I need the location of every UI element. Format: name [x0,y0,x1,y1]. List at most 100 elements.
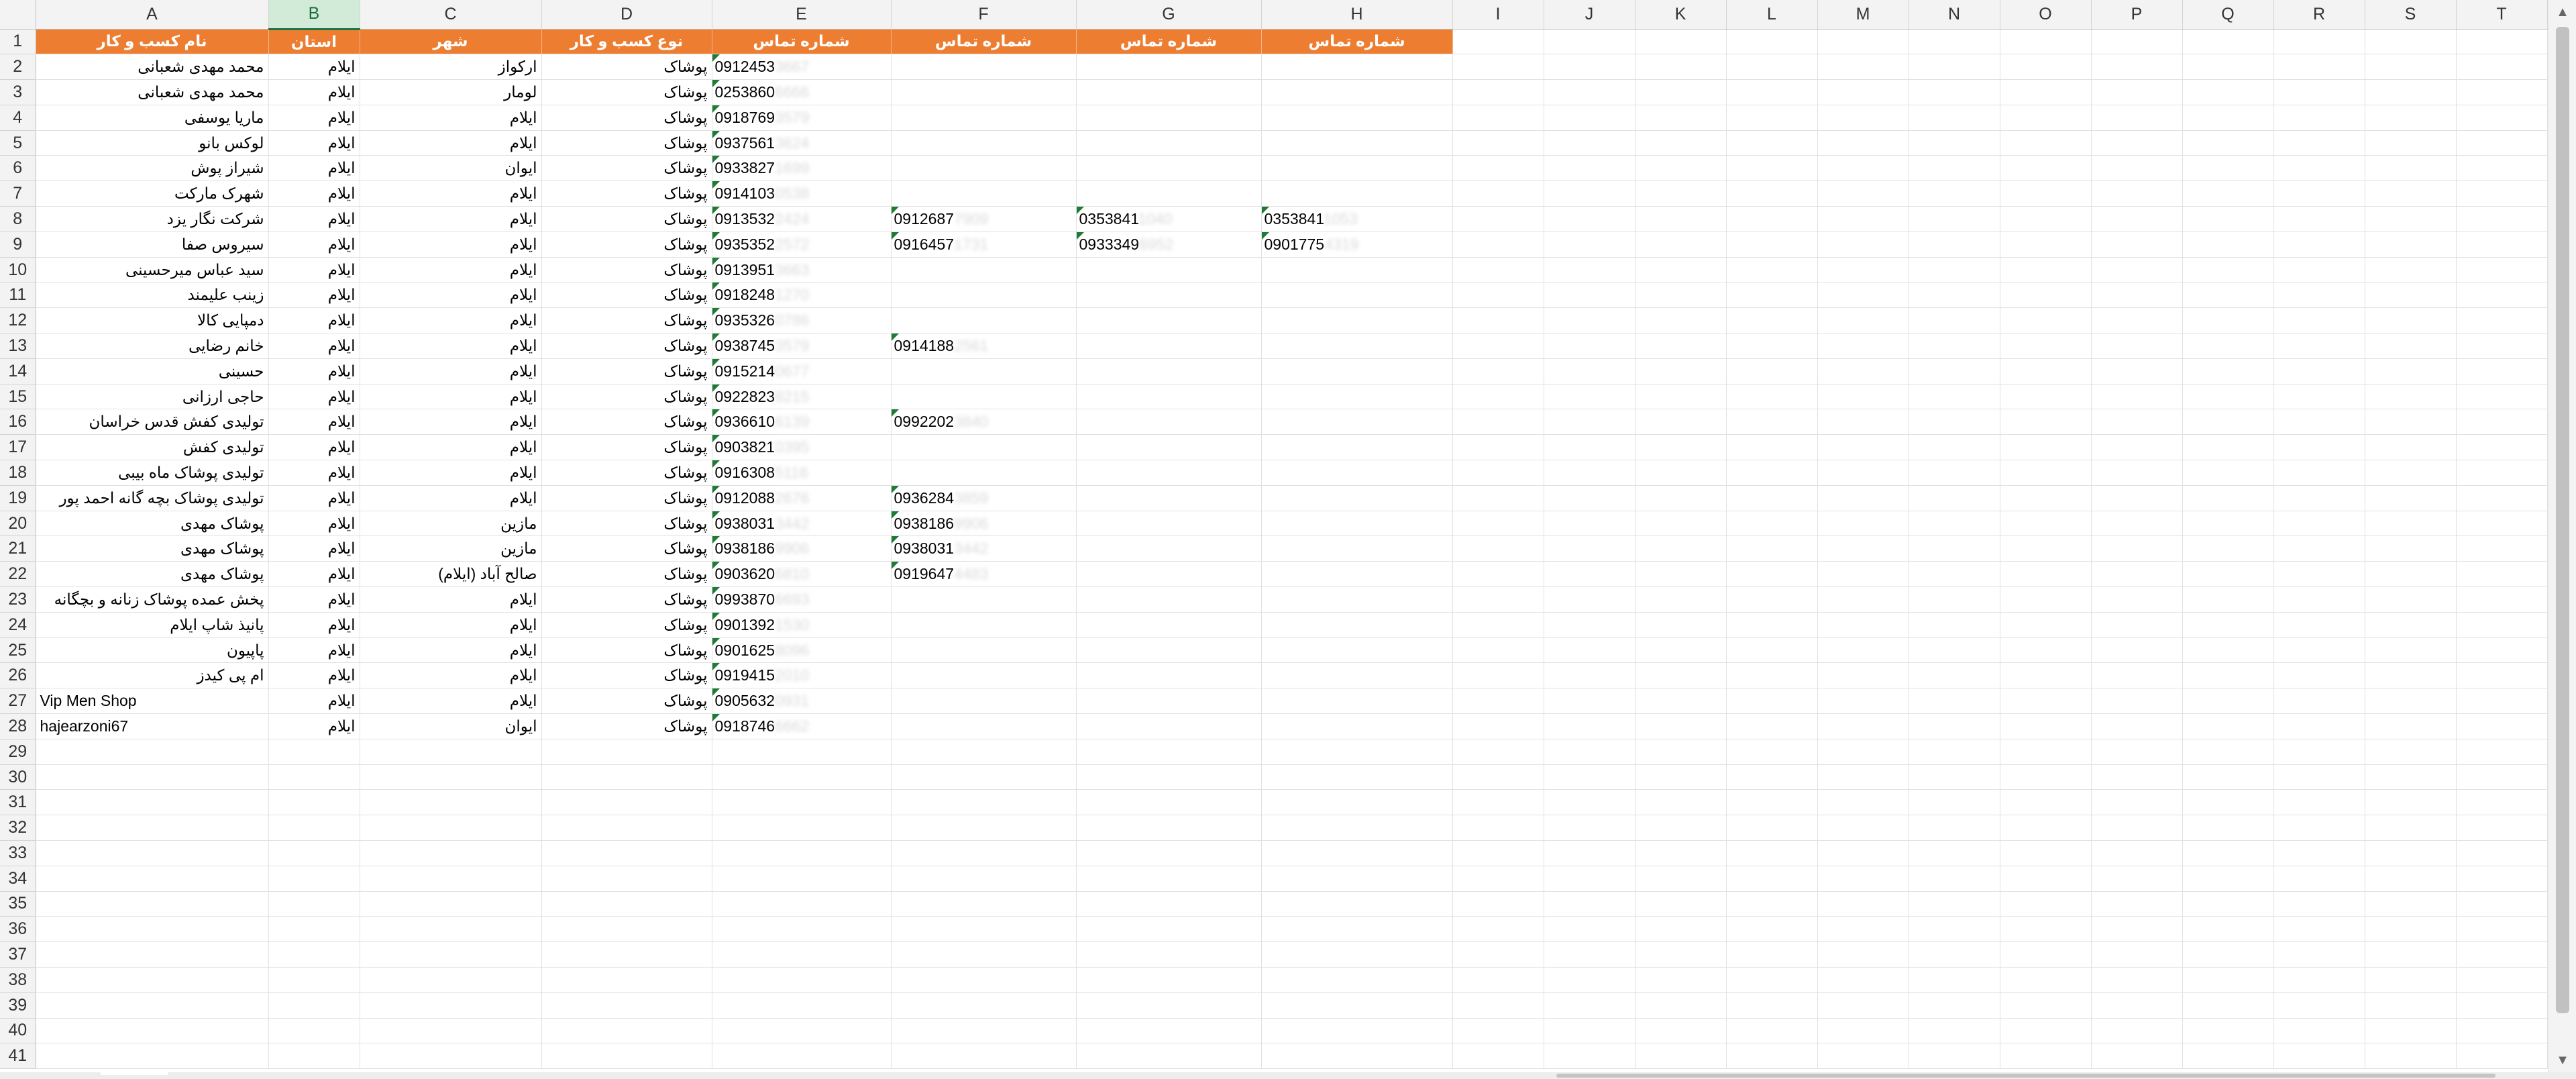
empty-cell[interactable] [1909,105,2000,131]
empty-cell[interactable] [712,941,892,968]
empty-cell[interactable] [2365,358,2457,384]
cell-h[interactable] [1261,257,1453,283]
empty-cell[interactable] [2456,485,2548,511]
empty-cell[interactable] [1544,764,1635,790]
cell-a[interactable]: حاجی ارزانی [36,384,269,410]
empty-cell[interactable] [2273,460,2365,486]
cell-h[interactable] [1261,358,1453,384]
cell-h[interactable] [1261,105,1453,131]
empty-cell[interactable] [1817,511,1909,537]
empty-cell[interactable] [2091,967,2183,993]
empty-cell[interactable] [1635,1018,1727,1044]
row-header[interactable]: 15 [0,384,36,410]
empty-cell[interactable] [541,789,712,816]
empty-cell[interactable] [2091,511,2183,537]
cell-f[interactable] [891,713,1077,739]
empty-cell[interactable] [2000,105,2092,131]
cell-h[interactable] [1261,409,1453,435]
cell-h[interactable] [1261,384,1453,410]
cell-g[interactable] [1076,485,1262,511]
cell-e[interactable]: 09038210395 [712,434,892,461]
empty-cell[interactable] [1452,511,1544,537]
cell-f[interactable]: 09126877909 [891,206,1077,232]
empty-cell[interactable] [2000,181,2092,207]
row-header[interactable]: 3 [0,79,36,105]
empty-cell[interactable] [1726,155,1818,182]
empty-cell[interactable] [2365,1018,2457,1044]
cell-a[interactable]: پوشاک مهدی [36,535,269,562]
empty-cell[interactable] [1909,232,2000,258]
empty-cell[interactable] [1635,612,1727,638]
cell-e[interactable]: 09353260786 [712,307,892,334]
empty-cell[interactable] [1726,257,1818,283]
vertical-scroll-thumb[interactable] [2556,27,2569,1013]
empty-cell[interactable] [1635,105,1727,131]
column-header-f[interactable]: F [891,0,1077,30]
cell-f[interactable] [891,637,1077,664]
empty-cell[interactable] [2091,815,2183,841]
cell-d[interactable]: پوشاک [541,358,712,384]
empty-cell[interactable] [2456,815,2548,841]
empty-cell[interactable] [2000,815,2092,841]
cell-e[interactable]: 09187693579 [712,105,892,131]
empty-cell[interactable] [541,967,712,993]
cell-h[interactable] [1261,637,1453,664]
empty-cell[interactable] [36,916,269,943]
empty-cell[interactable] [1817,764,1909,790]
cell-g[interactable] [1076,358,1262,384]
empty-cell[interactable] [1817,866,1909,892]
empty-cell[interactable] [1076,789,1262,816]
empty-cell[interactable] [1452,384,1544,410]
empty-cell[interactable] [1635,891,1727,917]
empty-cell[interactable] [2182,586,2274,613]
empty-cell[interactable] [1817,434,1909,461]
empty-cell[interactable] [2456,891,2548,917]
cell-g[interactable] [1076,333,1262,359]
cell-f[interactable]: 09141882561 [891,333,1077,359]
spreadsheet-grid[interactable]: ABCDEFGHIJKLMNOPQRST 1 نام کسب و کار استان… [0,0,2549,1072]
row-header[interactable]: 30 [0,764,36,790]
empty-cell[interactable] [1635,409,1727,435]
empty-cell[interactable] [36,941,269,968]
empty-cell[interactable] [1726,181,1818,207]
cell-b[interactable]: ایلام [268,130,360,156]
empty-cell[interactable] [360,739,542,765]
empty-cell[interactable] [2456,460,2548,486]
empty-cell[interactable] [2182,764,2274,790]
empty-cell[interactable] [1817,535,1909,562]
empty-cell[interactable] [1452,1043,1544,1070]
empty-cell[interactable] [1817,739,1909,765]
cell-b[interactable]: ایلام [268,637,360,664]
empty-cell[interactable] [1452,866,1544,892]
empty-cell[interactable] [1726,967,1818,993]
empty-cell[interactable] [2456,866,2548,892]
cell-c[interactable]: ایلام [360,384,542,410]
empty-cell[interactable] [2091,1043,2183,1070]
cell-c[interactable]: ایلام [360,612,542,638]
column-header-c[interactable]: C [360,0,542,30]
empty-cell[interactable] [1544,333,1635,359]
empty-cell[interactable] [2273,789,2365,816]
column-header-p[interactable]: P [2091,0,2183,30]
cell-e[interactable]: 09375613624 [712,130,892,156]
cell-f[interactable] [891,79,1077,105]
cell-b[interactable]: ایلام [268,460,360,486]
empty-cell[interactable] [1544,79,1635,105]
empty-cell[interactable] [541,891,712,917]
empty-cell[interactable] [2273,637,2365,664]
empty-cell[interactable] [2000,511,2092,537]
empty-cell[interactable] [1635,485,1727,511]
empty-cell[interactable] [2273,206,2365,232]
cell-e[interactable]: 09013921530 [712,612,892,638]
empty-cell[interactable] [1817,967,1909,993]
row-header[interactable]: 17 [0,434,36,461]
row-header[interactable]: 25 [0,637,36,664]
column-header-b[interactable]: B [268,0,360,30]
empty-cell[interactable] [2091,789,2183,816]
empty-cell[interactable] [1635,561,1727,588]
empty-cell[interactable] [1817,79,1909,105]
empty-cell[interactable] [1635,29,1727,55]
cell-a[interactable]: محمد مهدی شعبانی [36,54,269,81]
empty-cell[interactable] [2456,105,2548,131]
cell-h[interactable] [1261,586,1453,613]
